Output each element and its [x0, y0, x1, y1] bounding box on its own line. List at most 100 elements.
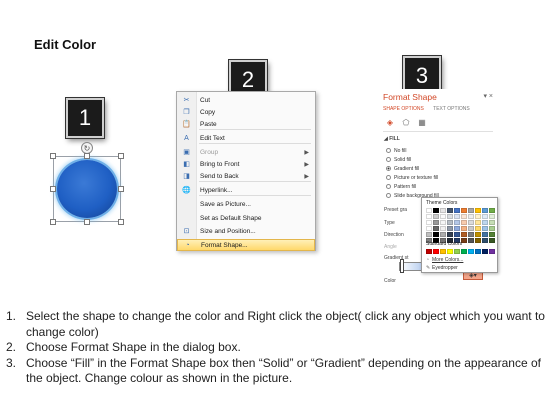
color-swatch[interactable] — [440, 249, 446, 254]
color-swatch[interactable] — [468, 238, 474, 243]
color-swatch[interactable] — [454, 232, 460, 237]
color-swatch[interactable] — [468, 208, 474, 213]
color-swatch[interactable] — [454, 214, 460, 219]
resize-handle[interactable] — [50, 153, 56, 159]
menu-item-cut[interactable]: ✂ Cut — [177, 95, 315, 107]
menu-item-size-and-position[interactable]: ⊡ Size and Position... — [177, 226, 315, 238]
circle-shape[interactable] — [57, 160, 117, 218]
color-swatch[interactable] — [461, 220, 467, 225]
color-swatch[interactable] — [426, 226, 432, 231]
color-swatch[interactable] — [489, 214, 495, 219]
menu-item-copy[interactable]: ❐ Copy — [177, 107, 315, 119]
color-swatch[interactable] — [426, 232, 432, 237]
menu-item-format-shape[interactable]: ◔ Format Shape... — [177, 239, 315, 251]
color-swatch[interactable] — [433, 249, 439, 254]
color-swatch[interactable] — [454, 220, 460, 225]
color-swatch[interactable] — [475, 249, 481, 254]
color-swatch[interactable] — [440, 214, 446, 219]
color-swatch[interactable] — [468, 232, 474, 237]
resize-handle[interactable] — [50, 219, 56, 225]
color-swatch[interactable] — [447, 214, 453, 219]
color-swatch[interactable] — [489, 208, 495, 213]
fill-line-icon[interactable]: ◈ — [385, 118, 395, 128]
color-swatch[interactable] — [475, 238, 481, 243]
more-colors-item[interactable]: ◔ More Colors... — [426, 257, 463, 263]
color-swatch[interactable] — [440, 226, 446, 231]
resize-handle[interactable] — [118, 219, 124, 225]
tab-shape-options[interactable]: SHAPE OPTIONS — [383, 106, 424, 112]
color-swatch[interactable] — [489, 232, 495, 237]
color-swatch[interactable] — [454, 226, 460, 231]
color-swatch[interactable] — [447, 232, 453, 237]
fill-section-header[interactable]: ◢ FILL — [384, 136, 400, 142]
color-swatch[interactable] — [426, 220, 432, 225]
pane-close-icon[interactable]: ▾ × — [483, 92, 493, 100]
color-swatch[interactable] — [482, 214, 488, 219]
color-swatch[interactable] — [468, 220, 474, 225]
instruction-item: 1. Select the shape to change the color a… — [6, 309, 545, 339]
color-swatch[interactable] — [489, 220, 495, 225]
menu-separator — [199, 181, 311, 182]
color-swatch[interactable] — [475, 232, 481, 237]
radio-no-fill[interactable]: No fill — [386, 148, 407, 154]
color-swatch[interactable] — [461, 208, 467, 213]
color-swatch[interactable] — [475, 226, 481, 231]
menu-item-save-as-picture[interactable]: Save as Picture... — [177, 199, 315, 211]
color-swatch[interactable] — [440, 220, 446, 225]
color-swatch[interactable] — [426, 208, 432, 213]
color-swatch[interactable] — [489, 226, 495, 231]
color-swatch[interactable] — [454, 208, 460, 213]
radio-pattern-fill[interactable]: Pattern fill — [386, 184, 416, 190]
menu-item-group[interactable]: ▣ Group ▶ — [177, 147, 315, 159]
color-swatch[interactable] — [454, 249, 460, 254]
color-swatch[interactable] — [461, 226, 467, 231]
color-swatch[interactable] — [433, 232, 439, 237]
eyedropper-item[interactable]: ✎ Eyedropper — [426, 265, 458, 271]
color-swatch[interactable] — [475, 220, 481, 225]
color-swatch[interactable] — [447, 220, 453, 225]
color-swatch[interactable] — [461, 249, 467, 254]
color-swatch[interactable] — [447, 208, 453, 213]
gradient-stop-handle[interactable] — [400, 259, 404, 273]
resize-handle[interactable] — [50, 186, 56, 192]
resize-handle[interactable] — [84, 153, 90, 159]
color-swatch[interactable] — [475, 208, 481, 213]
color-swatch[interactable] — [426, 249, 432, 254]
color-swatch[interactable] — [489, 238, 495, 243]
resize-handle[interactable] — [84, 219, 90, 225]
radio-solid-fill[interactable]: Solid fill — [386, 157, 411, 163]
color-swatch[interactable] — [475, 214, 481, 219]
radio-picture-fill[interactable]: Picture or texture fill — [386, 175, 438, 181]
color-swatch[interactable] — [433, 220, 439, 225]
resize-handle[interactable] — [118, 153, 124, 159]
color-swatch[interactable] — [489, 249, 495, 254]
color-swatch[interactable] — [468, 226, 474, 231]
color-swatch[interactable] — [482, 249, 488, 254]
tab-text-options[interactable]: TEXT OPTIONS — [433, 106, 470, 112]
color-swatch[interactable] — [440, 208, 446, 213]
size-properties-icon[interactable]: ▦ — [417, 118, 427, 128]
color-swatch[interactable] — [468, 214, 474, 219]
submenu-arrow-icon: ▶ — [304, 150, 309, 156]
menu-item-set-as-default-shape[interactable]: Set as Default Shape — [177, 213, 315, 225]
color-swatch[interactable] — [433, 214, 439, 219]
radio-gradient-fill[interactable]: Gradient fill — [386, 166, 419, 172]
resize-handle[interactable] — [118, 186, 124, 192]
hyperlink-icon: 🌐 — [182, 187, 191, 194]
color-swatch[interactable] — [433, 226, 439, 231]
effects-icon[interactable]: ⬠ — [401, 118, 411, 128]
color-swatch[interactable] — [440, 232, 446, 237]
color-swatch[interactable] — [461, 214, 467, 219]
color-swatch[interactable] — [482, 232, 488, 237]
color-swatch[interactable] — [482, 220, 488, 225]
color-swatch[interactable] — [447, 249, 453, 254]
color-swatch[interactable] — [426, 214, 432, 219]
menu-item-bring-to-front[interactable]: ◧ Bring to Front ▶ — [177, 159, 315, 171]
color-swatch[interactable] — [482, 226, 488, 231]
color-swatch[interactable] — [433, 208, 439, 213]
color-swatch[interactable] — [482, 208, 488, 213]
color-swatch[interactable] — [482, 238, 488, 243]
color-swatch[interactable] — [461, 232, 467, 237]
color-swatch[interactable] — [447, 226, 453, 231]
color-swatch[interactable] — [468, 249, 474, 254]
